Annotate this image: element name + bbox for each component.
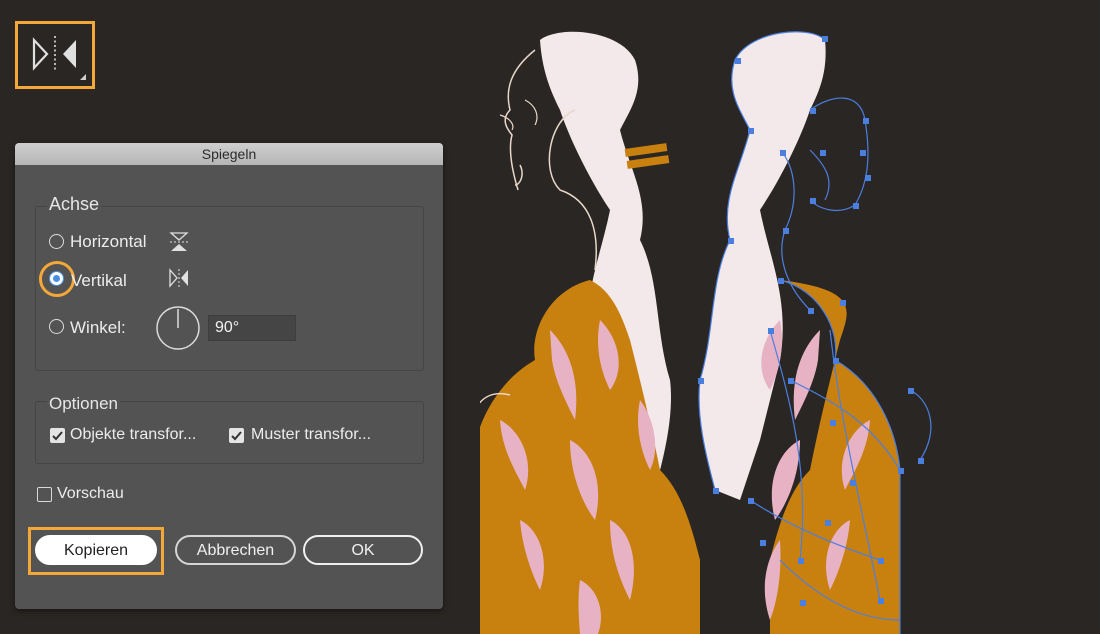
angle-radio[interactable] xyxy=(49,319,64,334)
vertical-label: Vertikal xyxy=(71,271,127,290)
transform-patterns-label: Muster transfor... xyxy=(251,426,372,443)
preview-checkbox[interactable] xyxy=(37,487,52,502)
transform-objects-label: Objekte transfor... xyxy=(70,426,197,443)
horizontal-label: Horizontal xyxy=(70,232,147,251)
horizontal-axis-icon xyxy=(169,232,189,251)
transform-patterns-checkbox[interactable] xyxy=(229,428,244,443)
reflect-dialog: Spiegeln Achse Horizontal Vertikal Winke… xyxy=(15,143,443,609)
angle-input[interactable]: 90° xyxy=(208,315,296,341)
ok-button[interactable]: OK xyxy=(303,535,423,565)
original-figure xyxy=(480,31,700,634)
vertical-axis-icon xyxy=(169,268,188,288)
copy-button[interactable]: Kopieren xyxy=(35,535,157,565)
options-legend: Optionen xyxy=(47,394,120,414)
angle-label: Winkel: xyxy=(70,318,126,337)
reflect-tool-icon xyxy=(32,36,86,80)
reflected-copy xyxy=(698,31,932,634)
vertical-radio[interactable] xyxy=(49,271,64,286)
preview-label: Vorschau xyxy=(57,485,124,502)
horizontal-radio[interactable] xyxy=(49,234,64,249)
transform-objects-checkbox[interactable] xyxy=(50,428,65,443)
cancel-button[interactable]: Abbrechen xyxy=(175,535,296,565)
dialog-title: Spiegeln xyxy=(15,143,443,165)
angle-dial[interactable] xyxy=(155,305,201,351)
artwork-canvas xyxy=(480,31,932,634)
reflect-tool-button[interactable] xyxy=(15,21,95,89)
axis-legend: Achse xyxy=(47,194,102,215)
